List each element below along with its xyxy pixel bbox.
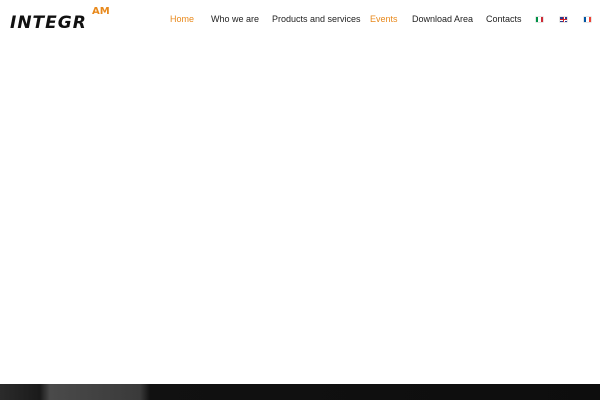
page: INTEGR AM Home Who we are Products and s… — [0, 0, 600, 400]
italy-flag-icon[interactable] — [536, 17, 543, 22]
nav-item-download-area[interactable]: Download Area — [412, 13, 473, 25]
france-flag-icon[interactable] — [584, 17, 591, 22]
dark-image-strip — [0, 384, 600, 400]
nav-item-home[interactable]: Home — [170, 13, 194, 25]
uk-flag-icon[interactable] — [560, 17, 567, 22]
site-header: INTEGR AM Home Who we are Products and s… — [0, 0, 600, 40]
nav-item-products-and-services[interactable]: Products and services — [272, 13, 361, 25]
nav-item-who-we-are[interactable]: Who we are — [211, 13, 259, 25]
nav-item-events[interactable]: Events — [370, 13, 398, 25]
nav-item-contacts[interactable]: Contacts — [486, 13, 522, 25]
hero-area — [0, 40, 600, 384]
main-navigation: Home Who we are Products and services Ev… — [0, 0, 600, 40]
